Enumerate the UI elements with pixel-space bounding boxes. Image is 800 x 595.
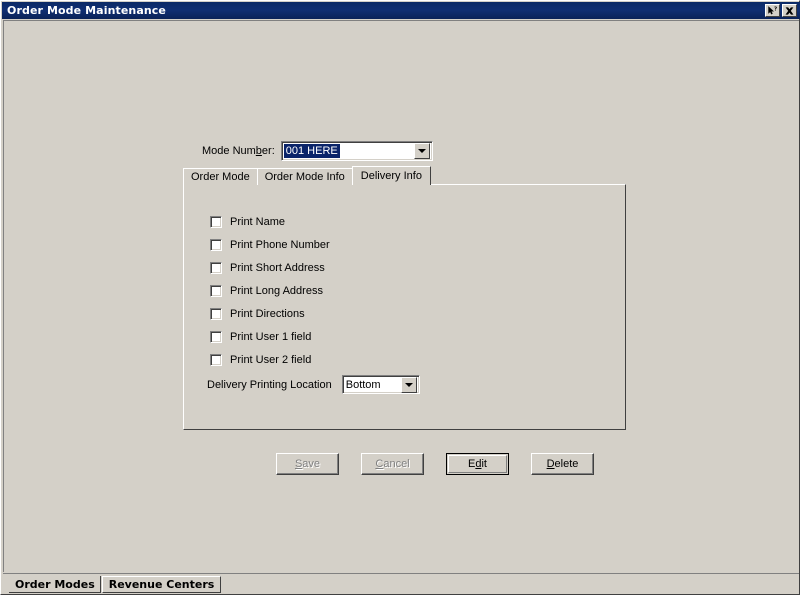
tab-delivery-info[interactable]: Delivery Info [351,166,431,185]
checkbox-print-name[interactable] [210,216,222,228]
delivery-printing-location-label: Delivery Printing Location [207,378,332,391]
bottom-tab-bar: Order Modes Revenue Centers [3,573,799,594]
mode-number-combobox[interactable]: 001 HERE [280,141,433,161]
tab-order-mode[interactable]: Order Mode [183,168,258,185]
checkbox-print-long-address[interactable] [210,285,222,297]
client-area: Mode Number: 001 HERE Order Mode Order M… [3,20,799,572]
checkbox-print-user-1-field-label: Print User 1 field [230,331,312,343]
tab-control: Order Mode Order Mode Info Delivery Info… [183,166,626,430]
checkbox-row-print-directions[interactable]: Print Directions [210,307,330,321]
checkbox-print-directions[interactable] [210,308,222,320]
edit-button-label-rest: it [481,458,487,470]
tab-order-mode-info-label: Order Mode Info [264,171,345,183]
bottom-tab-revenue-centers[interactable]: Revenue Centers [101,576,222,593]
checkbox-print-long-address-label: Print Long Address [230,285,323,297]
edit-button[interactable]: Edit [446,453,509,475]
tab-order-mode-info[interactable]: Order Mode Info [256,168,353,185]
mode-number-field-group: Mode Number: 001 HERE [202,141,433,161]
edit-button-label: Edit [468,458,487,470]
application-window: Order Mode Maintenance ? Mode Number: 00… [0,0,800,595]
chevron-down-icon [417,149,426,153]
tab-order-mode-label: Order Mode [191,171,250,183]
bottom-tab-order-modes-label: Order Modes [15,577,95,591]
chevron-down-icon [404,382,413,387]
action-button-row: Save Cancel Edit Delete [276,453,594,475]
mode-number-label-part2: er: [261,145,275,157]
checkbox-row-print-long-address[interactable]: Print Long Address [210,284,330,298]
mode-number-label: Mode Number: [202,145,275,157]
checkbox-print-user-1-field[interactable] [210,331,222,343]
cancel-button-label-rest: ancel [383,458,410,470]
help-arrow-icon: ? [767,6,777,15]
delete-button[interactable]: Delete [531,453,594,475]
title-bar: Order Mode Maintenance ? [2,2,800,19]
checkbox-row-print-short-address[interactable]: Print Short Address [210,261,330,275]
checkbox-print-directions-label: Print Directions [230,308,305,320]
mode-number-dropdown-button[interactable] [413,143,430,159]
checkbox-row-print-user-1-field[interactable]: Print User 1 field [210,330,330,344]
delivery-options-list: Print Name Print Phone Number Print Shor… [210,215,330,376]
caption-button-group: ? [765,4,800,17]
context-help-button[interactable]: ? [765,4,780,17]
save-button-label: Save [295,458,320,470]
bottom-tab-order-modes[interactable]: Order Modes [9,576,101,593]
checkbox-row-print-name[interactable]: Print Name [210,215,330,229]
delivery-printing-location-dropdown-button[interactable] [400,376,417,393]
checkbox-print-phone-number[interactable] [210,239,222,251]
checkbox-print-name-label: Print Name [230,216,286,228]
save-button-label-rest: ave [302,458,321,470]
checkbox-print-user-2-field-label: Print User 2 field [230,354,312,366]
checkbox-print-short-address[interactable] [210,262,222,274]
delete-button-label: Delete [547,458,579,470]
cancel-button: Cancel [361,453,424,475]
delete-button-label-rest: elete [554,458,579,470]
window-title: Order Mode Maintenance [7,4,166,17]
delivery-printing-location-value: Bottom [345,378,381,391]
tab-strip: Order Mode Order Mode Info Delivery Info [183,166,431,185]
save-button: Save [276,453,339,475]
delivery-printing-location-group: Delivery Printing Location Bottom [207,375,420,394]
tab-panel-delivery-info: Print Name Print Phone Number Print Shor… [183,184,626,430]
bottom-tab-revenue-centers-label: Revenue Centers [108,578,215,591]
checkbox-row-print-user-2-field[interactable]: Print User 2 field [210,353,330,367]
checkbox-print-user-2-field[interactable] [210,354,222,366]
close-button[interactable] [782,4,797,17]
mode-number-value: 001 HERE [283,144,340,158]
delivery-printing-location-combobox[interactable]: Bottom [341,375,420,394]
mode-number-label-part1: Mode Num [202,145,256,157]
checkbox-row-print-phone-number[interactable]: Print Phone Number [210,238,330,252]
cancel-button-label: Cancel [375,458,409,470]
close-x-icon [785,6,794,15]
svg-text:?: ? [774,6,777,12]
checkbox-print-phone-number-label: Print Phone Number [230,239,330,251]
delete-button-accel: D [546,458,555,470]
tab-delivery-info-label: Delivery Info [360,170,422,182]
checkbox-print-short-address-label: Print Short Address [230,262,325,274]
